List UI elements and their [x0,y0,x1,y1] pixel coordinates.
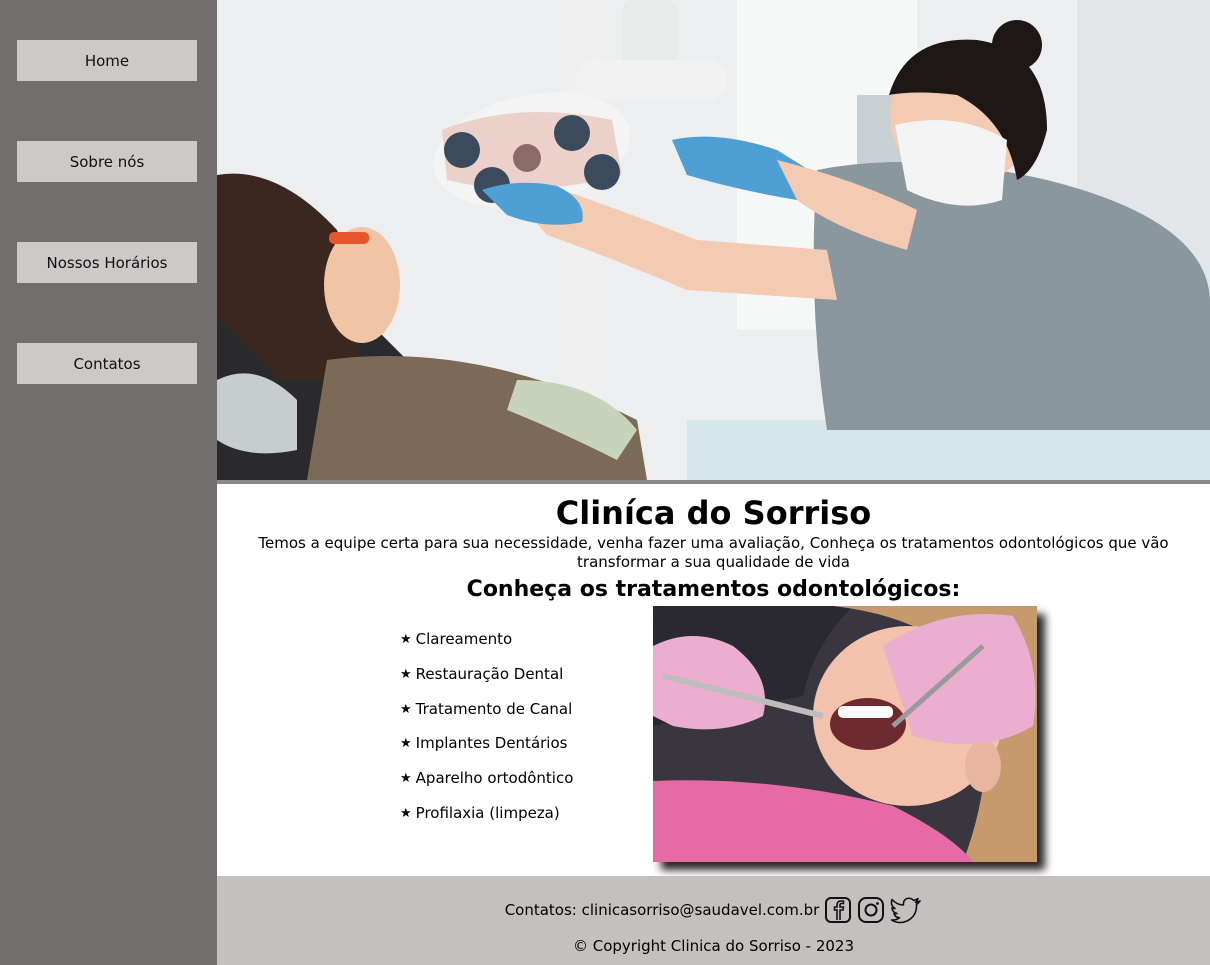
page-subtitle: Temos a equipe certa para sua necessidad… [258,534,1169,571]
contact-email: Contatos: clinicasorriso@saudavel.com.br [504,901,820,919]
list-item: ★ Restauração Dental [400,664,564,683]
nav-hours-button[interactable]: Nossos Horários [17,242,197,283]
footer-contacts: Contatos: clinicasorriso@saudavel.com.br [217,896,1210,924]
page-title: Cliníca do Sorriso [555,494,872,532]
star-icon: ★ [400,666,412,682]
star-icon: ★ [400,805,412,821]
star-icon: ★ [400,632,412,647]
sidebar: Home Sobre nós Nossos Horários Contatos [0,0,217,965]
treatment-photo [653,606,1037,862]
star-icon: ★ [400,736,412,752]
nav-contacts-button[interactable]: Contatos [17,343,197,384]
treatments-list: ★ Clareamento ★ Restauração Dental ★ Tratam… [400,630,573,839]
instagram-icon[interactable] [857,896,885,924]
hero-image [217,0,1210,480]
treatments-heading: Conheça os tratamentos odontológicos: [466,577,961,602]
list-item: ★ Clareamento [400,630,513,648]
list-item: ★ Profilaxia (limpeza) [400,803,560,822]
star-icon: ★ [400,701,412,717]
nav-home-button[interactable]: Home [17,40,197,81]
copyright-text: © Copyright Clinica do Sorriso - 2023 [572,937,855,955]
main-content: Cliníca do Sorriso Temos a equipe certa … [217,484,1210,876]
facebook-icon[interactable] [824,896,852,924]
list-item: ★ Aparelho ortodôntico [400,769,574,788]
star-icon: ★ [400,771,412,787]
twitter-icon[interactable] [890,896,922,924]
nav-about-button[interactable]: Sobre nós [17,141,197,182]
list-item: ★ Tratamento de Canal [400,699,573,718]
footer: Contatos: clinicasorriso@saudavel.com.br… [217,876,1210,965]
list-item: ★ Implantes Dentários [400,734,568,753]
